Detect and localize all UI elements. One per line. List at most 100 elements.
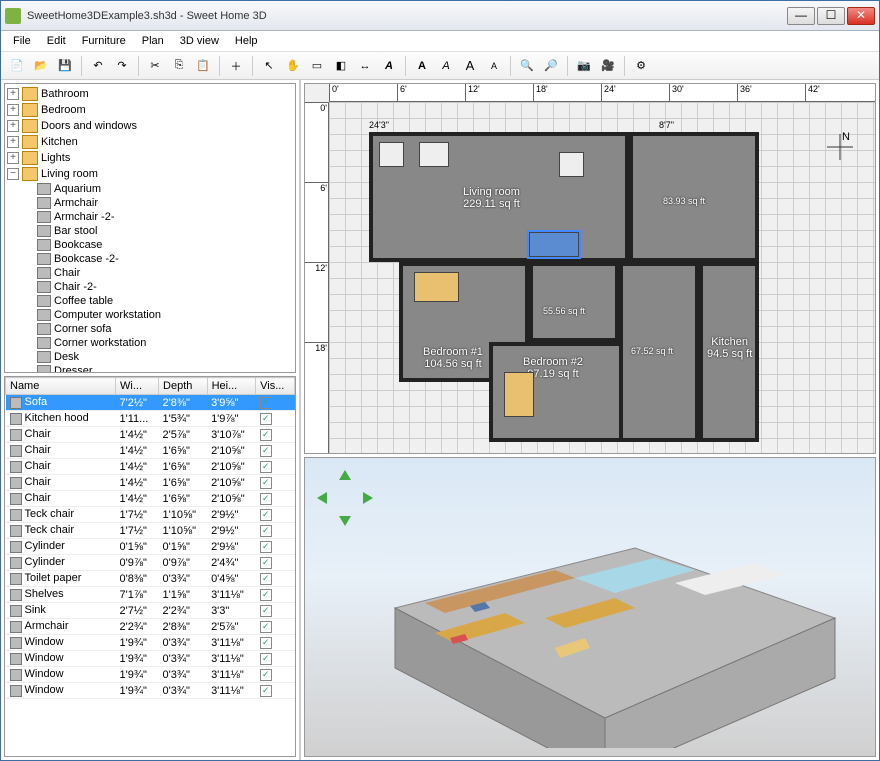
furniture-catalog-tree[interactable]: +Bathroom+Bedroom+Doors and windows+Kitc… xyxy=(4,83,296,373)
photo-icon[interactable]: 📷 xyxy=(573,55,595,77)
collapse-icon[interactable]: − xyxy=(7,168,19,180)
tree-category[interactable]: +Lights xyxy=(7,150,293,166)
expand-icon[interactable]: + xyxy=(7,104,19,116)
select-icon[interactable]: ↖ xyxy=(258,55,280,77)
tree-furniture-item[interactable]: Armchair xyxy=(7,196,293,210)
furniture-item[interactable] xyxy=(379,142,404,167)
table-row[interactable]: Chair1'4½"1'6⅝"2'10⅝"✓ xyxy=(6,443,295,459)
visible-checkbox[interactable]: ✓ xyxy=(260,653,272,665)
visible-checkbox[interactable]: ✓ xyxy=(260,493,272,505)
visible-checkbox[interactable]: ✓ xyxy=(260,637,272,649)
visible-checkbox[interactable]: ✓ xyxy=(260,461,272,473)
table-row[interactable]: Teck chair1'7½"1'10⅝"2'9½"✓ xyxy=(6,523,295,539)
column-header[interactable]: Depth xyxy=(159,378,208,395)
visible-checkbox[interactable]: ✓ xyxy=(260,509,272,521)
table-row[interactable]: Window1'9¾"0'3¾"3'11⅛"✓ xyxy=(6,667,295,683)
text-icon[interactable]: A xyxy=(378,55,400,77)
visible-checkbox[interactable]: ✓ xyxy=(260,557,272,569)
expand-icon[interactable]: + xyxy=(7,88,19,100)
expand-icon[interactable]: + xyxy=(7,152,19,164)
zoom-out-icon[interactable]: 🔍 xyxy=(516,55,538,77)
table-row[interactable]: Chair1'4½"2'5⅞"3'10⅞"✓ xyxy=(6,427,295,443)
tree-furniture-item[interactable]: Chair -2- xyxy=(7,280,293,294)
close-button[interactable]: ✕ xyxy=(847,7,875,25)
visible-checkbox[interactable]: ✓ xyxy=(260,685,272,697)
table-row[interactable]: Window1'9¾"0'3¾"3'11⅛"✓ xyxy=(6,651,295,667)
tree-furniture-item[interactable]: Armchair -2- xyxy=(7,210,293,224)
plan-canvas[interactable]: N Living room229.11 sq ft 83.93 sq ft Be… xyxy=(329,102,875,453)
undo-icon[interactable]: ↶ xyxy=(87,55,109,77)
table-row[interactable]: Chair1'4½"1'6⅝"2'10⅝"✓ xyxy=(6,475,295,491)
decrease-text-icon[interactable]: A xyxy=(483,55,505,77)
compass-icon[interactable]: N xyxy=(825,132,855,162)
tree-furniture-item[interactable]: Bookcase -2- xyxy=(7,252,293,266)
visible-checkbox[interactable]: ✓ xyxy=(260,477,272,489)
tree-furniture-item[interactable]: Chair xyxy=(7,266,293,280)
tree-furniture-item[interactable]: Bookcase xyxy=(7,238,293,252)
menu-help[interactable]: Help xyxy=(227,32,266,50)
table-row[interactable]: Chair1'4½"1'6⅝"2'10⅝"✓ xyxy=(6,459,295,475)
copy-icon[interactable]: ⎘ xyxy=(168,55,190,77)
column-header[interactable]: Hei... xyxy=(207,378,256,395)
column-header[interactable]: Vis... xyxy=(256,378,295,395)
expand-icon[interactable]: + xyxy=(7,120,19,132)
nav-right-icon[interactable] xyxy=(359,490,375,506)
furniture-item[interactable] xyxy=(504,372,534,417)
italic-icon[interactable]: A xyxy=(435,55,457,77)
table-row[interactable]: Window1'9¾"0'3¾"3'11⅛"✓ xyxy=(6,683,295,699)
bold-icon[interactable]: A xyxy=(411,55,433,77)
save-icon[interactable]: 💾 xyxy=(54,55,76,77)
column-header[interactable]: Name xyxy=(6,378,116,395)
visible-checkbox[interactable]: ✓ xyxy=(260,669,272,681)
open-icon[interactable]: 📂 xyxy=(30,55,52,77)
paste-icon[interactable]: 📋 xyxy=(192,55,214,77)
3d-view[interactable] xyxy=(304,457,876,757)
menu-plan[interactable]: Plan xyxy=(134,32,172,50)
table-row[interactable]: Sofa7'2½"2'8⅜"3'9⅝"✓ xyxy=(6,395,295,411)
column-header[interactable]: Wi... xyxy=(116,378,159,395)
table-row[interactable]: Toilet paper0'8⅜"0'3¾"0'4⅝"✓ xyxy=(6,571,295,587)
cut-icon[interactable]: ✂ xyxy=(144,55,166,77)
tree-furniture-item[interactable]: Computer workstation xyxy=(7,308,293,322)
tree-furniture-item[interactable]: Aquarium xyxy=(7,182,293,196)
visible-checkbox[interactable]: ✓ xyxy=(260,525,272,537)
visible-checkbox[interactable]: ✓ xyxy=(260,413,272,425)
minimize-button[interactable]: — xyxy=(787,7,815,25)
table-row[interactable]: Chair1'4½"1'6⅝"2'10⅝"✓ xyxy=(6,491,295,507)
table-row[interactable]: Cylinder0'1⅝"0'1⅝"2'9⅛"✓ xyxy=(6,539,295,555)
tree-furniture-item[interactable]: Desk xyxy=(7,350,293,364)
dimension-icon[interactable]: ↔ xyxy=(354,55,376,77)
zoom-in-icon[interactable]: 🔎 xyxy=(540,55,562,77)
plan-2d-view[interactable]: 0'6'12'18'24'30'36'42' 0'6'12'18' N Livi… xyxy=(304,83,876,454)
tree-furniture-item[interactable]: Bar stool xyxy=(7,224,293,238)
furniture-item[interactable] xyxy=(414,272,459,302)
furniture-item[interactable] xyxy=(419,142,449,167)
tree-furniture-item[interactable]: Coffee table xyxy=(7,294,293,308)
visible-checkbox[interactable]: ✓ xyxy=(260,589,272,601)
visible-checkbox[interactable]: ✓ xyxy=(260,445,272,457)
expand-icon[interactable]: + xyxy=(7,136,19,148)
tree-furniture-item[interactable]: Corner sofa xyxy=(7,322,293,336)
tree-category[interactable]: −Living room xyxy=(7,166,293,182)
visible-checkbox[interactable]: ✓ xyxy=(260,621,272,633)
new-icon[interactable]: 📄 xyxy=(6,55,28,77)
menu-file[interactable]: File xyxy=(5,32,39,50)
table-row[interactable]: Sink2'7½"2'2¾"3'3"✓ xyxy=(6,603,295,619)
video-icon[interactable]: 🎥 xyxy=(597,55,619,77)
table-row[interactable]: Teck chair1'7½"1'10⅝"2'9½"✓ xyxy=(6,507,295,523)
visible-checkbox[interactable]: ✓ xyxy=(260,397,272,409)
tree-category[interactable]: +Bathroom xyxy=(7,86,293,102)
tree-category[interactable]: +Doors and windows xyxy=(7,118,293,134)
table-row[interactable]: Window1'9¾"0'3¾"3'11⅛"✓ xyxy=(6,635,295,651)
visible-checkbox[interactable]: ✓ xyxy=(260,541,272,553)
tree-furniture-item[interactable]: Dresser xyxy=(7,364,293,373)
maximize-button[interactable]: ☐ xyxy=(817,7,845,25)
redo-icon[interactable]: ↷ xyxy=(111,55,133,77)
furniture-table[interactable]: NameWi...DepthHei...Vis... Sofa7'2½"2'8⅜… xyxy=(4,376,296,757)
preferences-icon[interactable]: ⚙ xyxy=(630,55,652,77)
nav-down-icon[interactable] xyxy=(337,512,353,528)
visible-checkbox[interactable]: ✓ xyxy=(260,429,272,441)
furniture-sofa[interactable] xyxy=(529,232,579,257)
create-wall-icon[interactable]: ▭ xyxy=(306,55,328,77)
visible-checkbox[interactable]: ✓ xyxy=(260,573,272,585)
